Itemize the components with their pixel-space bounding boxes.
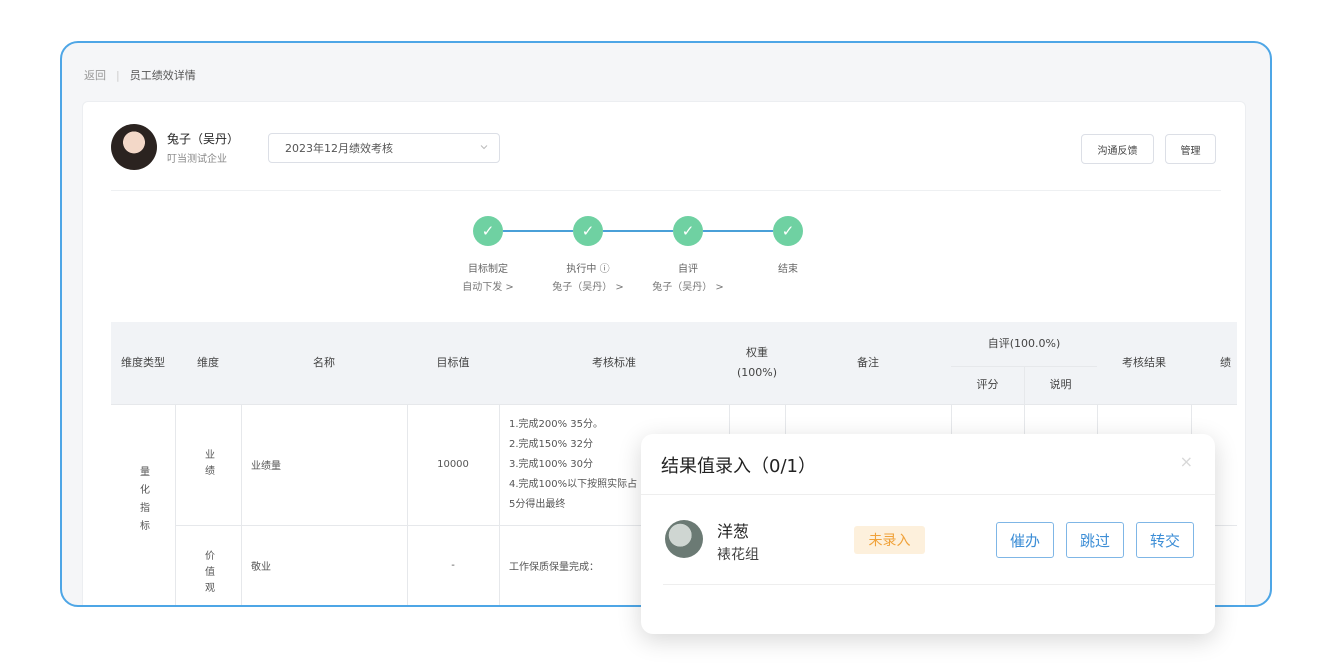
step-label: 结束 xyxy=(778,264,798,275)
row-dim: 业绩 xyxy=(202,448,214,481)
breadcrumb-separator: | xyxy=(116,68,120,82)
period-select-value: 2023年12月绩效考核 xyxy=(285,142,393,155)
step-connector xyxy=(503,230,573,232)
breadcrumb: 返回 | 员工绩效详情 xyxy=(84,67,196,83)
header-name: 名称 xyxy=(313,356,335,369)
step-sub-link[interactable]: 兔子（吴丹） > xyxy=(633,278,743,293)
column-line xyxy=(499,404,500,605)
check-icon: ✓ xyxy=(473,216,503,246)
company-name: 叮当测试企业 xyxy=(167,153,227,165)
modal-divider xyxy=(641,494,1215,495)
row-target: - xyxy=(451,559,455,571)
remind-button[interactable]: 催办 xyxy=(996,522,1054,558)
header-weight: 权重(100%) xyxy=(736,346,778,379)
header-score: 评分 xyxy=(976,378,999,391)
row-name: 业绩量 xyxy=(251,461,281,472)
row-dim: 价值观 xyxy=(202,549,214,598)
header-target: 目标值 xyxy=(436,356,470,369)
row-name: 敬业 xyxy=(251,561,271,573)
manage-button[interactable]: 管理 xyxy=(1165,134,1216,164)
check-icon: ✓ xyxy=(573,216,603,246)
criteria-line: 2.完成150% 32分 xyxy=(509,439,594,450)
step-label: 自评 xyxy=(678,264,698,275)
header-more: 绩 xyxy=(1220,356,1231,369)
step-connector xyxy=(703,230,773,232)
employee-profile: 兔子（吴丹） 叮当测试企业 xyxy=(111,124,239,170)
group-label: 量化指标 xyxy=(137,466,149,538)
row-target: 10000 xyxy=(437,459,469,470)
transfer-button[interactable]: 转交 xyxy=(1136,522,1194,558)
criteria-line: 4.完成100%以下按照实际占 xyxy=(509,479,638,490)
header-dim: 维度 xyxy=(197,356,219,369)
assignee-name: 洋葱 xyxy=(717,522,750,541)
back-link[interactable]: 返回 xyxy=(84,67,106,83)
employee-name: 兔子（吴丹） xyxy=(167,131,240,146)
period-select[interactable]: 2023年12月绩效考核 xyxy=(268,133,500,163)
avatar xyxy=(111,124,157,170)
result-entry-modal: 结果值录入（0/1） × 洋葱 裱花组 未录入 催办 跳过 转交 xyxy=(641,434,1215,634)
step-sub-link[interactable]: 兔子（吴丹） > xyxy=(533,278,643,293)
column-line xyxy=(241,404,242,605)
check-icon: ✓ xyxy=(773,216,803,246)
skip-button[interactable]: 跳过 xyxy=(1066,522,1124,558)
modal-title: 结果值录入（0/1） xyxy=(661,456,816,477)
modal-divider xyxy=(663,584,1215,585)
criteria-line: 3.完成100% 30分 xyxy=(509,459,594,470)
header-result: 考核结果 xyxy=(1122,356,1166,369)
criteria-line: 5分得出最终 xyxy=(509,499,566,510)
page-title: 员工绩效详情 xyxy=(129,69,196,82)
divider xyxy=(111,190,1221,191)
avatar xyxy=(665,520,703,558)
header-criteria: 考核标准 xyxy=(592,356,636,369)
header-remark: 备注 xyxy=(857,356,879,369)
chevron-down-icon xyxy=(479,142,489,152)
header-dim-type: 维度类型 xyxy=(121,356,165,369)
check-icon: ✓ xyxy=(673,216,703,246)
assignee-group: 裱花组 xyxy=(717,547,759,563)
step-sub-link[interactable]: 自动下发 > xyxy=(433,278,543,293)
step-label: 执行中 ⓘ xyxy=(566,264,610,275)
feedback-button[interactable]: 沟通反馈 xyxy=(1081,134,1154,164)
progress-steps: ✓ ✓ ✓ ✓ 目标制定 执行中 ⓘ 自评 结束 自动下发 > 兔子（吴丹） >… xyxy=(462,216,853,306)
header-self-eval: 自评(100.0%) xyxy=(987,337,1061,350)
close-icon[interactable]: × xyxy=(1180,452,1193,471)
status-badge: 未录入 xyxy=(854,526,925,554)
step-connector xyxy=(603,230,673,232)
header-explain: 说明 xyxy=(1049,378,1072,391)
step-label: 目标制定 xyxy=(468,264,508,275)
criteria-line: 1.完成200% 35分。 xyxy=(509,419,604,430)
